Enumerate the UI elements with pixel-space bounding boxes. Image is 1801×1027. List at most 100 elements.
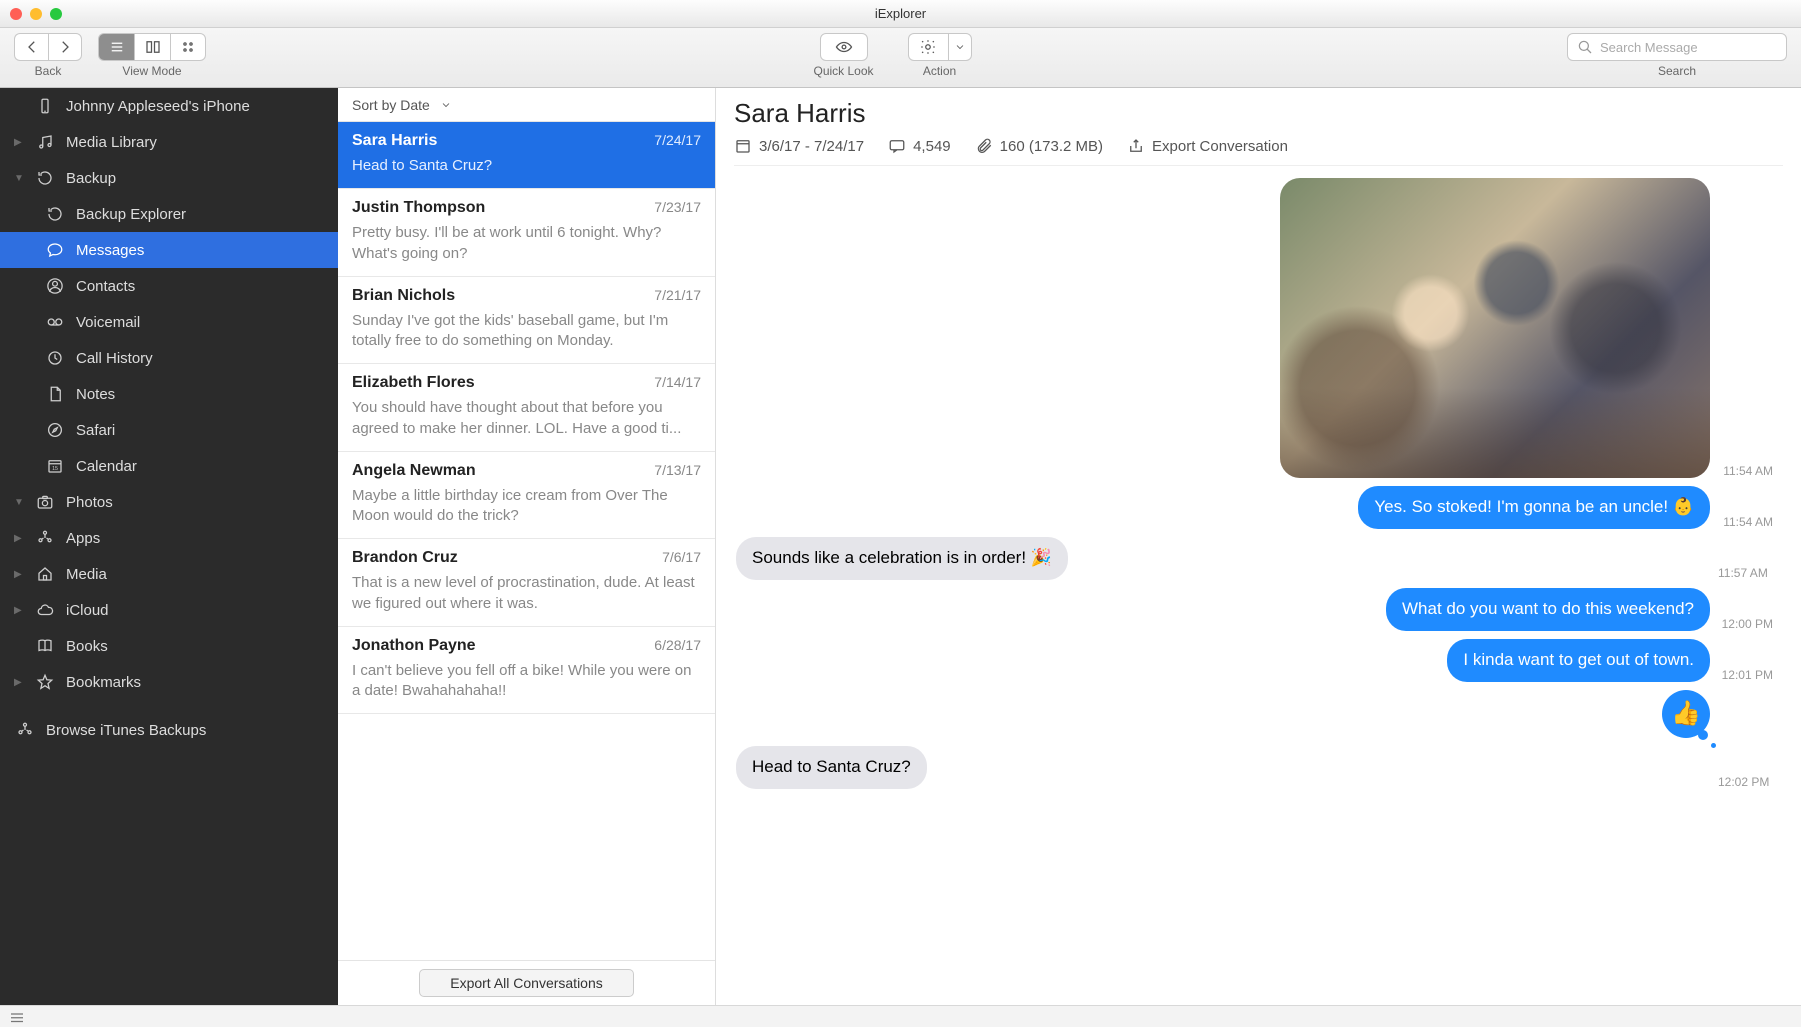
sidebar-item-label: Johnny Appleseed's iPhone [66, 98, 250, 115]
search-input-wrapper[interactable] [1567, 33, 1787, 61]
sidebar-item-device[interactable]: Johnny Appleseed's iPhone [0, 88, 338, 124]
viewmode-list-button[interactable] [98, 33, 134, 61]
sidebar-item-messages[interactable]: Messages [0, 232, 338, 268]
sidebar: Johnny Appleseed's iPhone ▶ Media Librar… [0, 88, 338, 1005]
zoom-window-button[interactable] [50, 8, 62, 20]
calendar-icon [734, 137, 752, 155]
action-button[interactable] [908, 33, 948, 61]
sidebar-item-safari[interactable]: Safari [0, 412, 338, 448]
conversation-item[interactable]: Jonathon Payne6/28/17I can't believe you… [338, 627, 715, 715]
camera-icon [34, 493, 56, 511]
conversation-date: 7/23/17 [654, 199, 701, 215]
calendar-icon: 15 [44, 457, 66, 475]
search-icon [1576, 38, 1594, 56]
sidebar-item-browse-backups[interactable]: Browse iTunes Backups [0, 712, 338, 748]
conversation-name: Sara Harris [352, 132, 437, 150]
search-label: Search [1658, 64, 1696, 78]
close-window-button[interactable] [10, 8, 22, 20]
backup-explorer-icon [44, 205, 66, 223]
sidebar-item-backup[interactable]: ▼ Backup [0, 160, 338, 196]
conversation-item[interactable]: Brian Nichols7/21/17Sunday I've got the … [338, 277, 715, 365]
meta-date-range: 3/6/17 - 7/24/17 [734, 137, 864, 155]
message-row: I kinda want to get out of town.12:01 PM [736, 639, 1781, 682]
minimize-window-button[interactable] [30, 8, 42, 20]
message-bubble: Head to Santa Cruz? [736, 746, 927, 789]
book-icon [34, 637, 56, 655]
disclosure-icon: ▶ [14, 533, 24, 544]
sidebar-item-label: Backup [66, 170, 116, 187]
conversation-item[interactable]: Brandon Cruz7/6/17That is a new level of… [338, 539, 715, 627]
conversation-name: Brian Nichols [352, 287, 455, 305]
cloud-icon [34, 601, 56, 619]
sidebar-item-backup-explorer[interactable]: Backup Explorer [0, 196, 338, 232]
message-bubble: Yes. So stoked! I'm gonna be an uncle! 👶 [1358, 486, 1710, 529]
conversation-date: 7/14/17 [654, 374, 701, 390]
search-input[interactable] [1600, 40, 1778, 55]
back-button[interactable] [14, 33, 48, 61]
action-dropdown[interactable] [948, 33, 972, 61]
message-bubble: What do you want to do this weekend? [1386, 588, 1710, 631]
conversation-item[interactable]: Elizabeth Flores7/14/17You should have t… [338, 364, 715, 452]
meta-attachments: 160 (173.2 MB) [975, 137, 1103, 155]
disclosure-icon: ▶ [14, 677, 24, 688]
star-icon [34, 673, 56, 691]
conversation-name: Brandon Cruz [352, 549, 458, 567]
sidebar-item-voicemail[interactable]: Voicemail [0, 304, 338, 340]
quicklook-button[interactable] [820, 33, 868, 61]
sort-label: Sort by Date [352, 97, 430, 113]
message-timestamp: 11:57 AM [1718, 566, 1773, 580]
sidebar-item-notes[interactable]: Notes [0, 376, 338, 412]
like-sticker: 👍 [1662, 690, 1710, 738]
sidebar-item-contacts[interactable]: Contacts [0, 268, 338, 304]
conversation-name: Elizabeth Flores [352, 374, 475, 392]
conversation-title: Sara Harris [734, 98, 1783, 129]
conversation-item[interactable]: Justin Thompson7/23/17Pretty busy. I'll … [338, 189, 715, 277]
sidebar-item-photos[interactable]: ▼ Photos [0, 484, 338, 520]
viewmode-grid-button[interactable] [170, 33, 206, 61]
conversation-date: 7/21/17 [654, 287, 701, 303]
message-row: Head to Santa Cruz? 12:02 PM [736, 746, 1781, 789]
sidebar-item-label: Safari [76, 422, 115, 439]
disclosure-icon: ▼ [14, 173, 24, 184]
conversation-preview: Pretty busy. I'll be at work until 6 ton… [352, 223, 701, 264]
messages-icon [44, 241, 66, 259]
sidebar-item-label: Photos [66, 494, 113, 511]
message-row: What do you want to do this weekend?12:0… [736, 588, 1781, 631]
disclosure-icon: ▶ [14, 569, 24, 580]
conversation-item[interactable]: Sara Harris7/24/17Head to Santa Cruz? [338, 122, 715, 189]
conversation-preview: I can't believe you fell off a bike! Whi… [352, 661, 701, 702]
sidebar-item-calendar[interactable]: 15 Calendar [0, 448, 338, 484]
sidebar-item-label: Books [66, 638, 108, 655]
sidebar-item-label: Browse iTunes Backups [46, 722, 206, 739]
message-timestamp: 11:54 AM [1718, 464, 1773, 478]
forward-button[interactable] [48, 33, 82, 61]
sidebar-item-label: Bookmarks [66, 674, 141, 691]
conversation-date: 7/6/17 [662, 549, 701, 565]
home-icon [34, 565, 56, 583]
sidebar-item-label: Notes [76, 386, 115, 403]
conversation-item[interactable]: Angela Newman7/13/17Maybe a little birth… [338, 452, 715, 540]
menu-icon[interactable] [8, 1008, 26, 1026]
message-image[interactable] [1280, 178, 1710, 478]
sidebar-item-label: iCloud [66, 602, 109, 619]
sidebar-item-books[interactable]: Books [0, 628, 338, 664]
conversation-preview: Maybe a little birthday ice cream from O… [352, 486, 701, 527]
export-icon [1127, 137, 1145, 155]
backup-icon [34, 169, 56, 187]
sidebar-item-call-history[interactable]: Call History [0, 340, 338, 376]
sidebar-item-media[interactable]: ▶ Media [0, 556, 338, 592]
message-pane: Sara Harris 3/6/17 - 7/24/17 4,549 160 (… [716, 88, 1801, 1005]
message-timestamp: 12:02 PM [1718, 775, 1773, 789]
disclosure-icon: ▶ [14, 605, 24, 616]
sort-dropdown[interactable]: Sort by Date [338, 88, 715, 122]
message-timestamp: 11:54 AM [1718, 515, 1773, 529]
viewmode-column-button[interactable] [134, 33, 170, 61]
export-conversation-button[interactable]: Export Conversation [1127, 137, 1288, 155]
export-all-button[interactable]: Export All Conversations [419, 969, 634, 997]
sidebar-item-bookmarks[interactable]: ▶ Bookmarks [0, 664, 338, 700]
notes-icon [44, 385, 66, 403]
sidebar-item-icloud[interactable]: ▶ iCloud [0, 592, 338, 628]
sidebar-item-apps[interactable]: ▶ Apps [0, 520, 338, 556]
window-title: iExplorer [0, 6, 1801, 21]
sidebar-item-media-library[interactable]: ▶ Media Library [0, 124, 338, 160]
